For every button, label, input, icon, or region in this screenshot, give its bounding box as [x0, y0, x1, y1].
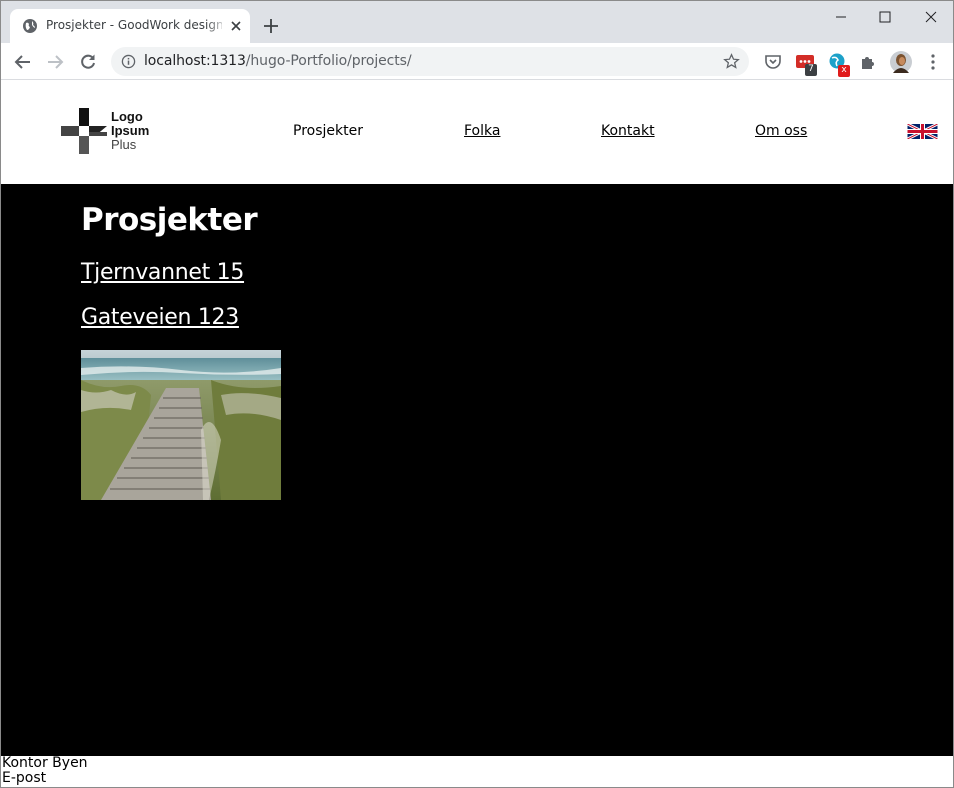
- maximize-icon[interactable]: [875, 7, 895, 27]
- page-title: Prosjekter: [81, 202, 258, 238]
- project-link-tjernvannet[interactable]: Tjernvannet 15: [81, 260, 244, 285]
- nav-prosjekter[interactable]: Prosjekter: [293, 123, 363, 139]
- nav-kontakt[interactable]: Kontakt: [601, 123, 655, 139]
- logo-line1: Logo: [111, 109, 143, 124]
- tab-fade: [206, 15, 228, 37]
- logo-text[interactable]: Logo Ipsum Plus: [111, 110, 149, 152]
- extension-count-badge: 7: [805, 64, 817, 76]
- reload-icon[interactable]: [78, 52, 98, 72]
- browser-window: Prosjekter - GoodWork designere: [0, 0, 954, 788]
- pocket-icon[interactable]: [763, 52, 783, 72]
- logo-line2: Ipsum: [111, 123, 150, 138]
- browser-tab[interactable]: Prosjekter - GoodWork designere: [10, 9, 250, 43]
- profile-avatar[interactable]: [890, 51, 912, 73]
- nav-om-oss[interactable]: Om oss: [755, 123, 807, 139]
- uk-flag-icon[interactable]: [907, 124, 938, 139]
- site-footer: Kontor Byen E-post: [1, 755, 953, 787]
- browser-toolbar: localhost:1313/hugo-Portfolio/projects/ …: [1, 43, 953, 80]
- web-page: Logo Ipsum Plus Prosjekter Folka Kontakt…: [1, 81, 953, 787]
- footer-office: Kontor Byen: [2, 755, 88, 771]
- puzzle-extensions-icon[interactable]: [858, 52, 878, 72]
- url-text[interactable]: localhost:1313/hugo-Portfolio/projects/: [144, 53, 412, 69]
- browser-titlebar: Prosjekter - GoodWork designere: [1, 1, 953, 43]
- bookmark-star-icon[interactable]: [723, 53, 740, 70]
- back-arrow-icon[interactable]: [13, 52, 33, 72]
- site-header: Logo Ipsum Plus Prosjekter Folka Kontakt…: [1, 81, 953, 184]
- menu-kebab-icon[interactable]: [923, 52, 943, 72]
- project-link-gateveien[interactable]: Gateveien 123: [81, 305, 239, 330]
- new-tab-icon[interactable]: [262, 17, 280, 35]
- url-path: /hugo-Portfolio/projects/: [245, 53, 412, 69]
- main-content: Prosjekter Tjernvannet 15 Gateveien 123: [1, 184, 953, 756]
- footer-email: E-post: [2, 770, 47, 786]
- url-host: localhost:1313: [144, 53, 246, 69]
- globe-icon: [23, 19, 37, 33]
- logo-line3: Plus: [111, 137, 137, 152]
- info-icon[interactable]: [121, 54, 136, 69]
- forward-arrow-icon[interactable]: [45, 52, 65, 72]
- nav-folka[interactable]: Folka: [464, 123, 500, 139]
- extension-error-badge: x: [838, 65, 850, 77]
- tab-title: Prosjekter - GoodWork designere: [46, 18, 222, 32]
- project-thumbnail-image[interactable]: [81, 350, 281, 500]
- close-icon[interactable]: [228, 18, 244, 34]
- address-bar[interactable]: localhost:1313/hugo-Portfolio/projects/: [111, 47, 749, 76]
- logo-icon[interactable]: [61, 108, 107, 154]
- window-close-icon[interactable]: [921, 7, 941, 27]
- minimize-icon[interactable]: [831, 7, 851, 27]
